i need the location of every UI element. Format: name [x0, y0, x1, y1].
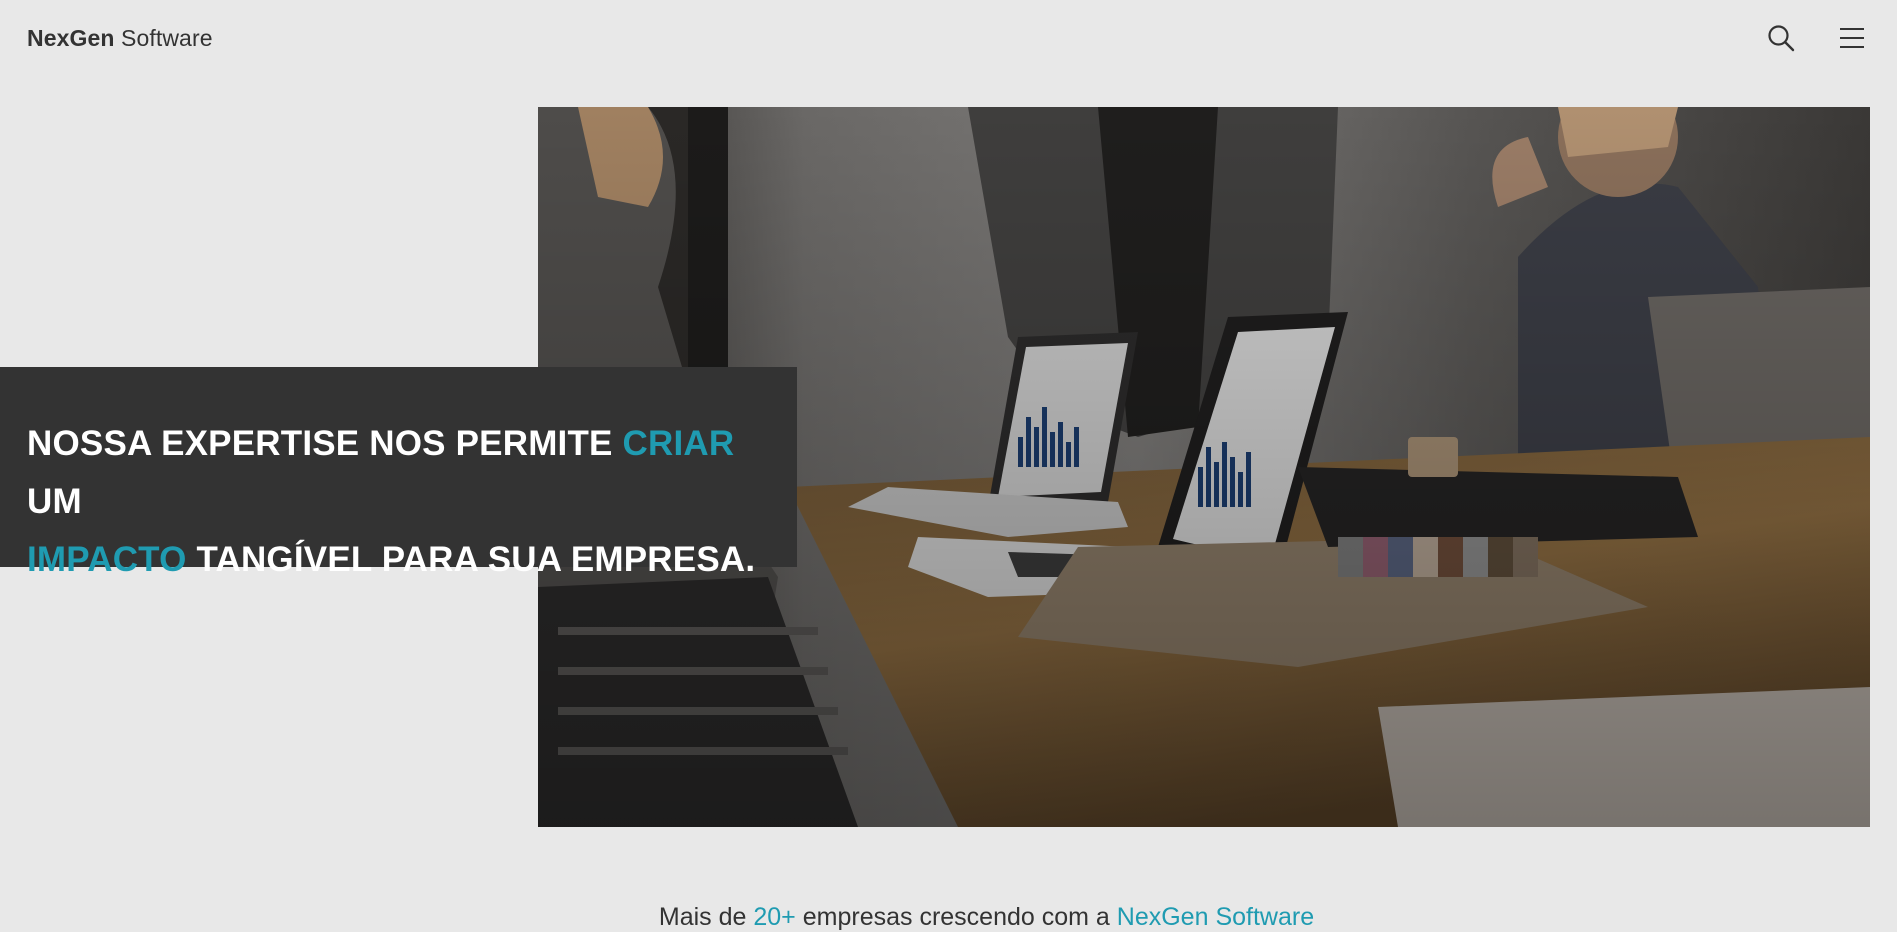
tagline-text: NOSSA EXPERTISE NOS PERMITE: [27, 424, 623, 463]
hero-tagline: NOSSA EXPERTISE NOS PERMITE CRIAR UM IMPA…: [27, 415, 770, 589]
brand-logo[interactable]: NexGen Software: [27, 25, 213, 52]
clients-middle: empresas crescendo com a: [795, 903, 1117, 931]
search-icon: [1768, 25, 1795, 52]
clients-statement: Mais de 20+ empresas crescendo com a Nex…: [0, 903, 1897, 932]
clients-count: 20+: [753, 903, 796, 931]
menu-button[interactable]: [1834, 20, 1870, 56]
hero-tagline-box: NOSSA EXPERTISE NOS PERMITE CRIAR UM IMPA…: [0, 367, 797, 579]
tagline-text: TANGÍVEL PARA SUA EMPRESA.: [186, 540, 756, 579]
clients-brand: NexGen Software: [1116, 903, 1315, 931]
site-header: NexGen Software: [0, 0, 1897, 76]
tagline-text: UM: [27, 482, 82, 521]
hamburger-menu-icon: [1840, 28, 1864, 48]
brand-name-bold: NexGen: [27, 25, 115, 51]
search-button[interactable]: [1763, 20, 1799, 56]
clients-prefix: Mais de: [658, 903, 754, 931]
tagline-accent-create: CRIAR: [622, 424, 735, 463]
brand-name-light: Software: [121, 25, 213, 51]
tagline-accent-impact: IMPACTO: [27, 540, 187, 579]
